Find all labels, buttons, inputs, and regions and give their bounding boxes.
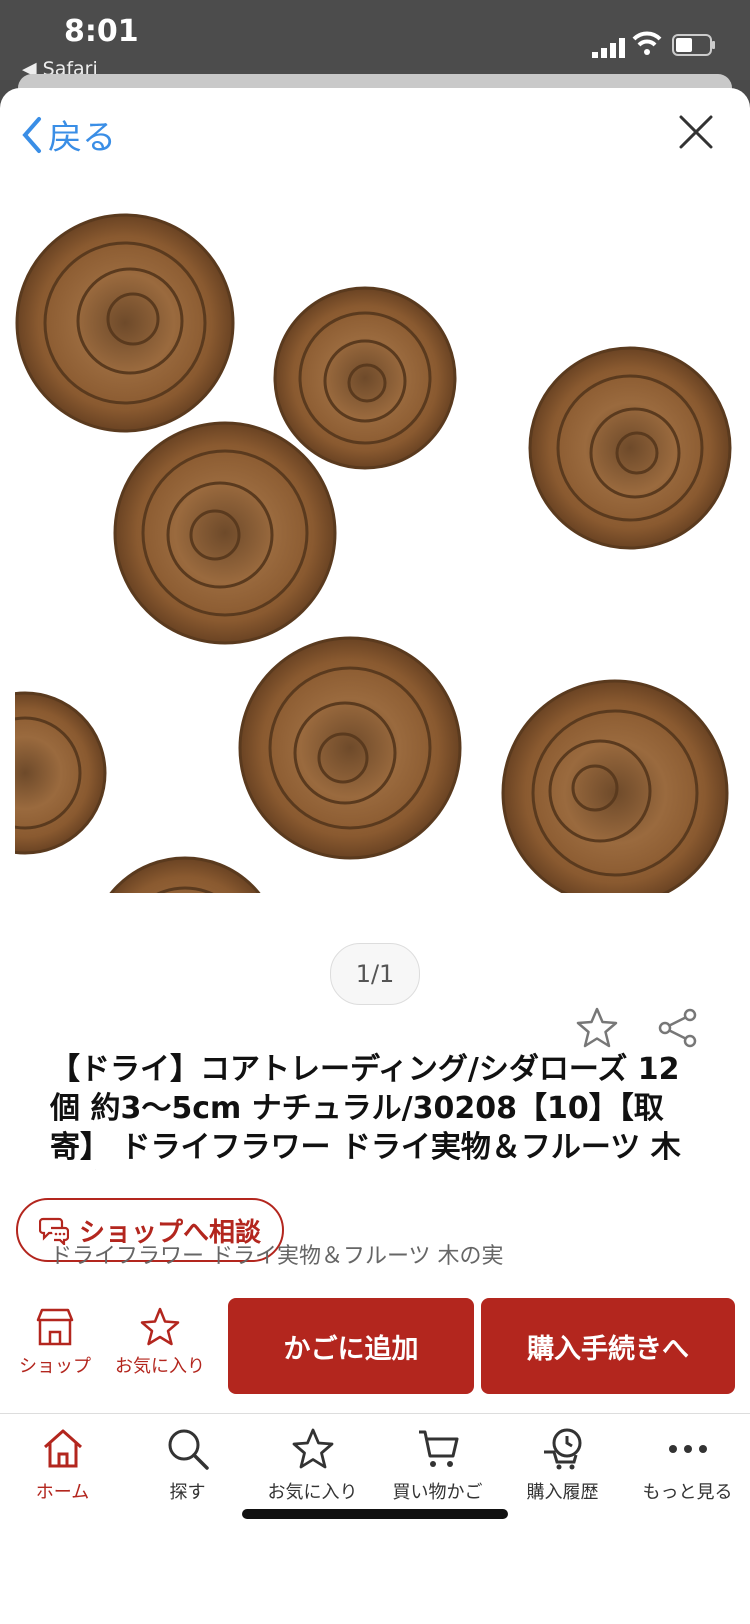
more-icon (668, 1445, 707, 1453)
shop-label: ショップ (19, 1356, 91, 1377)
wifi-icon (632, 31, 662, 55)
status-bar: 8:01 ◀ Safari (0, 0, 750, 80)
tab-home-label: ホーム (35, 1482, 90, 1503)
tab-home[interactable]: ホーム (0, 1426, 125, 1504)
tab-cart-label: 買い物かご (392, 1482, 483, 1503)
favorite-label: お気に入り (115, 1356, 205, 1377)
favorite-button[interactable]: お気に入り (110, 1298, 210, 1378)
signal-icon (592, 38, 625, 58)
tab-search[interactable]: 探す (125, 1426, 250, 1504)
favorite-star-icon[interactable] (575, 1006, 619, 1050)
share-icon[interactable] (656, 1006, 700, 1050)
product-image[interactable] (15, 213, 735, 893)
status-time: 8:01 (64, 14, 139, 49)
tab-search-label: 探す (169, 1482, 206, 1503)
shop-icon (36, 1308, 74, 1346)
close-icon[interactable] (678, 114, 714, 150)
star-icon (140, 1307, 180, 1346)
checkout-button[interactable]: 購入手続きへ (481, 1298, 735, 1394)
product-title: 【ドライ】コアトレーディング/シダローズ 12個 約3〜5cm ナチュラル/30… (50, 1052, 681, 1170)
category-path[interactable]: ドライフラワー ドライ実物＆フルーツ 木の実 (50, 1238, 504, 1270)
tab-cart[interactable]: 買い物かご (375, 1426, 500, 1504)
search-icon (168, 1429, 209, 1470)
tab-more[interactable]: もっと見る (625, 1426, 750, 1504)
home-indicator[interactable] (242, 1509, 508, 1519)
chevron-left-icon (22, 116, 41, 153)
image-pager: 1/1 (330, 943, 420, 1005)
tab-history[interactable]: 購入履歴 (500, 1426, 625, 1504)
tab-favorites-label: お気に入り (267, 1482, 358, 1503)
star-icon (292, 1428, 333, 1469)
add-to-cart-button[interactable]: かごに追加 (228, 1298, 474, 1394)
tab-more-label: もっと見る (642, 1482, 733, 1503)
tab-favorites[interactable]: お気に入り (250, 1426, 375, 1504)
cart-icon (418, 1430, 458, 1467)
product-sheet: 戻る 1/1 【ドライ】コアトレーディング/シダローズ 12個 約3〜5cm ナ… (0, 88, 750, 1624)
purchase-action-bar: ショップ お気に入り かごに追加 購入手続きへ (0, 1298, 750, 1408)
home-icon (43, 1429, 82, 1468)
shop-button[interactable]: ショップ (5, 1298, 105, 1378)
tab-history-label: 購入履歴 (526, 1482, 599, 1503)
history-icon (543, 1428, 581, 1470)
back-button[interactable]: 戻る (22, 110, 116, 159)
battery-icon (672, 34, 715, 56)
back-label: 戻る (48, 118, 116, 158)
